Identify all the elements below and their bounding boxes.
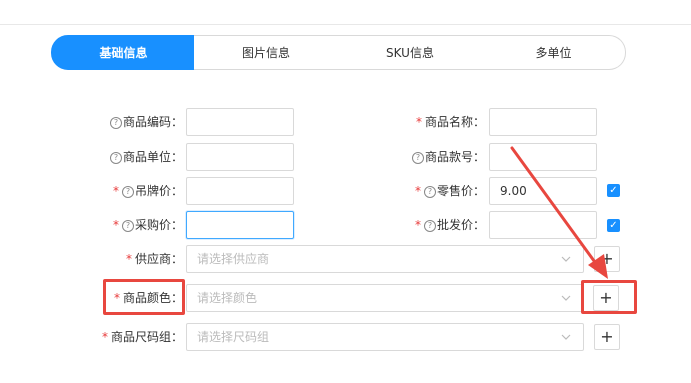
annotation-arrow: [510, 146, 608, 279]
